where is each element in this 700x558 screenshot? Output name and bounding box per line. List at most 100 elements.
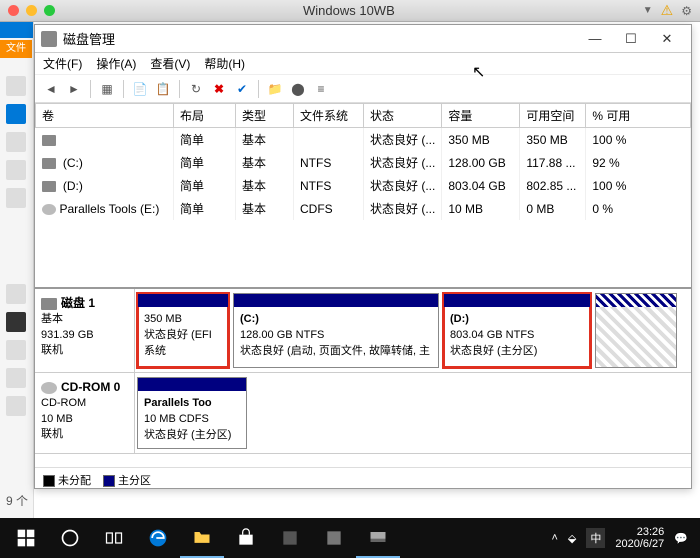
dm-titlebar[interactable]: 磁盘管理 ― ☐ ✕ bbox=[35, 25, 691, 53]
menu-view[interactable]: 查看(V) bbox=[150, 55, 190, 72]
dm-menu-bar: 文件(F) 操作(A) 查看(V) 帮助(H) bbox=[35, 53, 691, 75]
col-volume[interactable]: 卷 bbox=[36, 104, 174, 128]
store-button[interactable] bbox=[224, 518, 268, 558]
show-hide-icon[interactable]: ▦ bbox=[97, 79, 117, 99]
col-capacity[interactable]: 容量 bbox=[442, 104, 520, 128]
edge-button[interactable] bbox=[136, 518, 180, 558]
rescan-icon[interactable]: ↻ bbox=[186, 79, 206, 99]
partition-c[interactable]: (C:) 128.00 GB NTFS 状态良好 (启动, 页面文件, 故障转储… bbox=[233, 293, 439, 368]
minimize-button[interactable]: ― bbox=[577, 29, 613, 49]
partition-unallocated[interactable] bbox=[595, 293, 677, 368]
prop-icon[interactable]: 📋 bbox=[153, 79, 173, 99]
menu-file[interactable]: 文件(F) bbox=[43, 55, 82, 72]
chevron-down-icon[interactable]: ▼ bbox=[643, 5, 653, 16]
host-drive-icon[interactable] bbox=[6, 188, 26, 208]
cdrom-0-row[interactable]: CD-ROM 0 CD-ROM 10 MB 联机 Parallels Too 1… bbox=[35, 373, 691, 454]
dm-title: 磁盘管理 bbox=[63, 29, 577, 48]
tray-chevron-up-icon[interactable]: ˄ bbox=[551, 532, 557, 544]
disk-management-window: 磁盘管理 ― ☐ ✕ 文件(F) 操作(A) 查看(V) 帮助(H) ◄ ► ▦… bbox=[34, 24, 692, 489]
col-free[interactable]: 可用空间 bbox=[520, 104, 586, 128]
close-button[interactable]: ✕ bbox=[649, 29, 685, 49]
start-button[interactable] bbox=[4, 518, 48, 558]
cdrom-0-info[interactable]: CD-ROM 0 CD-ROM 10 MB 联机 bbox=[35, 373, 135, 453]
folder-icon bbox=[192, 527, 212, 547]
col-fs[interactable]: 文件系统 bbox=[294, 104, 364, 128]
partition-title: (C:) bbox=[240, 313, 259, 325]
host-item-icon[interactable] bbox=[6, 368, 26, 388]
minimize-light[interactable] bbox=[26, 5, 37, 16]
mac-titlebar: Windows 10WB ▼ ⚠ ⚙ bbox=[0, 0, 700, 22]
maximize-button[interactable]: ☐ bbox=[613, 29, 649, 49]
menu-help[interactable]: 帮助(H) bbox=[204, 55, 245, 72]
column-header-row[interactable]: 卷 布局 类型 文件系统 状态 容量 可用空间 % 可用 bbox=[36, 104, 691, 128]
partition-desc: 状态良好 (启动, 页面文件, 故障转储, 主 bbox=[240, 345, 430, 357]
partition-size: 128.00 GB NTFS bbox=[240, 329, 324, 341]
explorer-button[interactable] bbox=[180, 518, 224, 558]
ime-indicator[interactable]: 中 bbox=[586, 528, 605, 548]
disk-1-info[interactable]: 磁盘 1 基本 931.39 GB 联机 bbox=[35, 289, 135, 372]
gear-icon[interactable]: ⚙ bbox=[681, 4, 692, 18]
host-item-icon[interactable] bbox=[6, 396, 26, 416]
cdrom-type: CD-ROM bbox=[41, 397, 86, 409]
volume-row[interactable]: Parallels Tools (E:)简单基本CDFS状态良好 (...10 … bbox=[36, 197, 691, 220]
clock-time: 23:26 bbox=[615, 526, 664, 538]
disk-mgmt-taskbar-button[interactable] bbox=[356, 518, 400, 558]
forward-icon[interactable]: ► bbox=[64, 79, 84, 99]
zoom-light[interactable] bbox=[44, 5, 55, 16]
help-icon[interactable]: ⬤ bbox=[288, 79, 308, 99]
close-light[interactable] bbox=[8, 5, 19, 16]
col-type[interactable]: 类型 bbox=[236, 104, 294, 128]
app-button[interactable] bbox=[268, 518, 312, 558]
vm-title: Windows 10WB bbox=[55, 3, 643, 18]
volume-row[interactable]: (D:)简单基本NTFS状态良好 (...803.04 GB802.85 ...… bbox=[36, 174, 691, 197]
host-quickaccess-icon[interactable] bbox=[6, 104, 26, 124]
partition-parallels-tools[interactable]: Parallels Too 10 MB CDFS 状态良好 (主分区) bbox=[137, 377, 247, 449]
col-status[interactable]: 状态 bbox=[364, 104, 442, 128]
disk-1-title: 磁盘 1 bbox=[61, 296, 95, 310]
host-drive-icon[interactable] bbox=[6, 160, 26, 180]
disk-1-size: 931.39 GB bbox=[41, 329, 94, 341]
disk-icon bbox=[41, 298, 57, 310]
legend-primary-label: 主分区 bbox=[118, 475, 151, 487]
col-pctfree[interactable]: % 可用 bbox=[586, 104, 691, 128]
cdrom-icon bbox=[41, 382, 57, 394]
volume-list[interactable]: 卷 布局 类型 文件系统 状态 容量 可用空间 % 可用 简单基本状态良好 (.… bbox=[35, 103, 691, 289]
legend: 未分配 主分区 bbox=[35, 467, 691, 492]
cortana-button[interactable] bbox=[48, 518, 92, 558]
delete-icon[interactable]: ✖ bbox=[209, 79, 229, 99]
warning-icon[interactable]: ⚠ bbox=[661, 2, 674, 19]
partition-title: (D:) bbox=[450, 313, 469, 325]
clock[interactable]: 23:26 2020/6/27 bbox=[615, 526, 664, 550]
partition-title: Parallels Too bbox=[144, 397, 212, 409]
legend-unallocated-label: 未分配 bbox=[58, 475, 91, 487]
partition-d[interactable]: (D:) 803.04 GB NTFS 状态良好 (主分区) bbox=[443, 293, 591, 368]
back-icon[interactable]: ◄ bbox=[41, 79, 61, 99]
host-drive-icon[interactable] bbox=[6, 132, 26, 152]
host-thispc-icon[interactable] bbox=[6, 312, 26, 332]
host-item-icon[interactable] bbox=[6, 340, 26, 360]
refresh-icon[interactable]: 📄 bbox=[130, 79, 150, 99]
app-button[interactable] bbox=[312, 518, 356, 558]
cdrom-size: 10 MB bbox=[41, 413, 73, 425]
host-desktop-strip: 文件 bbox=[0, 22, 34, 518]
list-icon[interactable]: ≡ bbox=[311, 79, 331, 99]
action-icon[interactable]: 📁 bbox=[265, 79, 285, 99]
action-center-icon[interactable]: 💬 bbox=[674, 532, 688, 545]
host-file-tab[interactable]: 文件 bbox=[0, 40, 32, 58]
disk-1-row[interactable]: 磁盘 1 基本 931.39 GB 联机 350 MB 状态良好 (EFI 系统… bbox=[35, 289, 691, 373]
partition-efi[interactable]: 350 MB 状态良好 (EFI 系统 bbox=[137, 293, 229, 368]
cdrom-icon bbox=[42, 204, 56, 215]
disk-1-type: 基本 bbox=[41, 313, 63, 325]
task-view-button[interactable] bbox=[92, 518, 136, 558]
volume-row[interactable]: 简单基本状态良好 (...350 MB350 MB100 % bbox=[36, 128, 691, 152]
host-onedrive-icon[interactable] bbox=[6, 284, 26, 304]
cdrom-title: CD-ROM 0 bbox=[61, 380, 120, 394]
windows-logo-icon bbox=[16, 528, 36, 548]
host-back-icon[interactable] bbox=[6, 76, 26, 96]
check-icon[interactable]: ✔ bbox=[232, 79, 252, 99]
menu-action[interactable]: 操作(A) bbox=[96, 55, 136, 72]
partition-desc: 状态良好 (EFI 系统 bbox=[144, 328, 222, 360]
col-layout[interactable]: 布局 bbox=[174, 104, 236, 128]
volume-row[interactable]: (C:)简单基本NTFS状态良好 (...128.00 GB117.88 ...… bbox=[36, 151, 691, 174]
tray-parallels-icon[interactable]: ⬙ bbox=[568, 532, 576, 545]
